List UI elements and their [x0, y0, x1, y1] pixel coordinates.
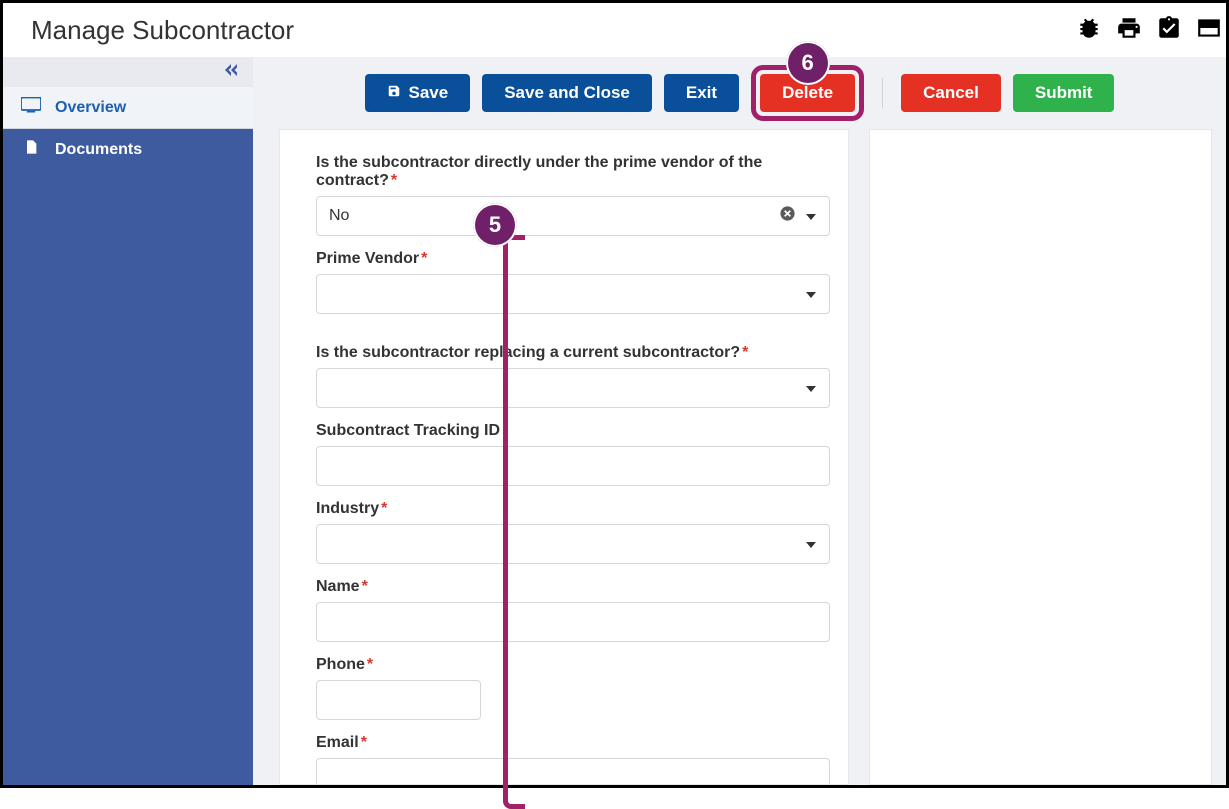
sidebar-item-label: Overview [55, 99, 126, 117]
form-panel: Is the subcontractor directly under the … [279, 129, 849, 785]
exit-button[interactable]: Exit [664, 74, 739, 112]
clipboard-check-icon[interactable] [1156, 15, 1182, 46]
document-icon [21, 139, 41, 160]
input-phone[interactable] [316, 680, 481, 720]
select-industry[interactable] [316, 524, 830, 564]
field-replacing: Is the subcontractor replacing a current… [316, 344, 830, 408]
chevron-double-left-icon [223, 63, 239, 81]
label-under-prime: Is the subcontractor directly under the … [316, 154, 830, 190]
input-email[interactable] [316, 758, 830, 785]
input-tracking-id[interactable] [316, 446, 830, 486]
save-button[interactable]: Save [365, 74, 471, 112]
callout-bracket-5 [503, 235, 525, 809]
field-industry: Industry* [316, 500, 830, 564]
label-email: Email* [316, 734, 830, 752]
label-phone: Phone* [316, 656, 830, 674]
field-tracking-id: Subcontract Tracking ID [316, 422, 830, 486]
monitor-icon [21, 97, 41, 118]
main-area: Save Save and Close Exit 6 Delete Cancel… [253, 57, 1226, 785]
callout-badge-5: 5 [473, 203, 517, 247]
field-under-prime: Is the subcontractor directly under the … [316, 154, 830, 236]
side-panel [869, 129, 1212, 785]
sidebar-item-label: Documents [55, 141, 142, 159]
callout-badge-6: 6 [786, 41, 830, 85]
header-icon-group [1076, 15, 1226, 46]
toolbar-separator [882, 78, 883, 108]
sidebar: Overview Documents [3, 57, 253, 785]
input-name[interactable] [316, 602, 830, 642]
sidebar-item-overview[interactable]: Overview [3, 87, 253, 129]
window-icon[interactable] [1196, 15, 1222, 46]
label-tracking-id: Subcontract Tracking ID [316, 422, 830, 440]
select-prime-vendor[interactable] [316, 274, 830, 314]
label-replacing: Is the subcontractor replacing a current… [316, 344, 830, 362]
sidebar-collapse[interactable] [3, 57, 253, 87]
field-name: Name* [316, 578, 830, 642]
bug-icon[interactable] [1076, 15, 1102, 46]
submit-button[interactable]: Submit [1013, 74, 1115, 112]
select-under-prime[interactable] [316, 196, 830, 236]
page-title: Manage Subcontractor [31, 15, 294, 46]
label-industry: Industry* [316, 500, 830, 518]
page-header: Manage Subcontractor [3, 3, 1226, 57]
label-name: Name* [316, 578, 830, 596]
save-close-button[interactable]: Save and Close [482, 74, 652, 112]
label-prime-vendor: Prime Vendor* [316, 250, 830, 268]
cancel-button[interactable]: Cancel [901, 74, 1001, 112]
save-disk-icon [387, 83, 401, 103]
clear-icon[interactable] [779, 205, 796, 227]
field-email: Email* [316, 734, 830, 785]
sidebar-item-documents[interactable]: Documents [3, 129, 253, 170]
print-icon[interactable] [1116, 15, 1142, 46]
select-replacing[interactable] [316, 368, 830, 408]
field-prime-vendor: Prime Vendor* [316, 250, 830, 314]
action-toolbar: Save Save and Close Exit 6 Delete Cancel… [253, 57, 1226, 129]
field-phone: Phone* [316, 656, 830, 720]
